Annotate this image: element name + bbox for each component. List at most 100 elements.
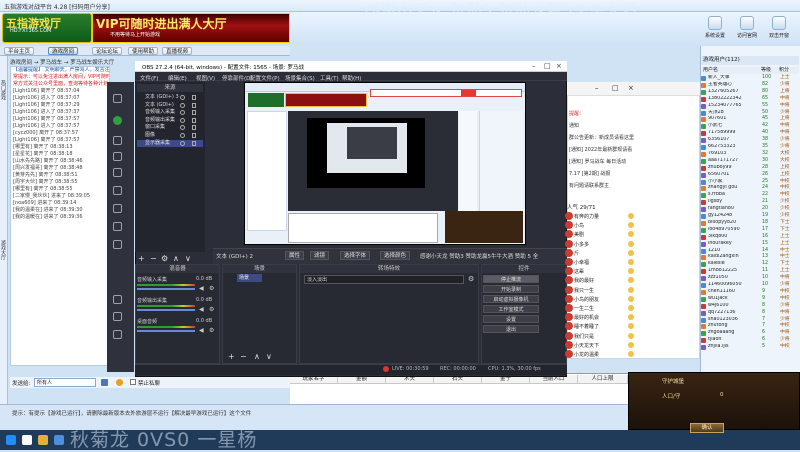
member-avatar[interactable] bbox=[565, 304, 573, 312]
col-name[interactable]: 用户名 bbox=[703, 67, 718, 74]
nav-rooms[interactable]: 游戏房间 bbox=[48, 47, 79, 55]
member-name[interactable]: 斤 bbox=[574, 250, 579, 257]
member-name[interactable]: 最好的机会 bbox=[574, 314, 599, 321]
lock-icon[interactable] bbox=[192, 140, 196, 146]
status-dot-icon[interactable] bbox=[113, 116, 122, 125]
user-name[interactable]: 6356107 bbox=[708, 137, 760, 144]
member-name[interactable]: 这辈 bbox=[574, 268, 584, 275]
window-icon[interactable] bbox=[772, 16, 786, 30]
left-strip-label[interactable]: 热门游戏 bbox=[0, 80, 7, 100]
user-name[interactable]: 3ikq800 bbox=[708, 234, 760, 241]
nav-forum[interactable]: 论坛论坛 bbox=[92, 47, 123, 55]
member-name[interactable]: 我们只是 bbox=[574, 333, 594, 340]
user-name[interactable]: 小小家 bbox=[708, 179, 760, 186]
confirm-button[interactable]: 确认 bbox=[690, 423, 724, 433]
remove-source-icon[interactable]: − bbox=[150, 254, 157, 263]
volume-slider[interactable] bbox=[137, 330, 195, 332]
member-avatar[interactable] bbox=[565, 350, 573, 358]
nav-help[interactable]: 使用帮助 bbox=[128, 47, 159, 55]
user-name[interactable]: 王者英雄心 bbox=[708, 82, 760, 89]
minimize-icon[interactable]: – bbox=[595, 84, 599, 92]
globe-icon[interactable] bbox=[113, 222, 122, 231]
obs-menu-item[interactable]: 停靠部件(D) bbox=[222, 74, 253, 82]
star-icon[interactable] bbox=[113, 240, 122, 249]
select-color-button[interactable]: 选择颜色 bbox=[380, 251, 411, 260]
user-name[interactable]: 天顶28 bbox=[708, 110, 760, 117]
lock-icon[interactable] bbox=[192, 125, 196, 131]
user-name[interactable]: 769103 bbox=[708, 151, 760, 158]
visibility-eye-icon[interactable] bbox=[180, 140, 185, 146]
lock-icon[interactable] bbox=[192, 102, 196, 108]
mixer-settings-icon[interactable]: ⚙ bbox=[209, 306, 214, 313]
close-icon[interactable]: × bbox=[628, 84, 634, 92]
maximize-icon[interactable]: □ bbox=[612, 84, 619, 92]
folder-icon[interactable] bbox=[113, 168, 122, 177]
speaker-icon[interactable]: ◀ bbox=[199, 327, 204, 334]
user-name[interactable]: 小武七 bbox=[708, 123, 760, 130]
member-name[interactable]: 小天龙天下 bbox=[574, 342, 599, 349]
lock-icon[interactable] bbox=[192, 117, 196, 123]
nav-video[interactable]: 直播视频 bbox=[162, 47, 193, 55]
member-avatar[interactable] bbox=[565, 212, 573, 220]
properties-button[interactable]: 属性 bbox=[285, 251, 305, 260]
lock-icon[interactable] bbox=[192, 95, 196, 100]
user-name[interactable]: fangtian80 bbox=[708, 206, 760, 213]
no-entry-icon[interactable] bbox=[113, 295, 122, 304]
speaker-icon[interactable]: ◀ bbox=[199, 285, 204, 292]
left-strip-label[interactable]: 游戏大厅 bbox=[0, 240, 7, 260]
maximize-icon[interactable]: □ bbox=[544, 62, 551, 70]
control-button[interactable]: 工作室模式 bbox=[483, 305, 539, 313]
user-name[interactable]: 907601 bbox=[708, 116, 760, 123]
send-icon[interactable] bbox=[101, 379, 108, 386]
user-name[interactable]: zhuboy99 bbox=[708, 165, 760, 172]
search-icon[interactable] bbox=[22, 435, 32, 445]
move-up-icon[interactable]: ∧ bbox=[173, 254, 179, 263]
control-button[interactable]: 开始录制 bbox=[483, 285, 539, 293]
member-avatar[interactable] bbox=[565, 340, 573, 349]
user-name[interactable]: kaidi2angxin bbox=[708, 254, 760, 261]
filters-button[interactable]: 滤镜 bbox=[310, 251, 330, 260]
member-name[interactable]: 小多多 bbox=[574, 241, 589, 248]
tray-icon[interactable] bbox=[113, 330, 122, 339]
user-name[interactable]: 15234077765 bbox=[708, 103, 760, 110]
control-button[interactable]: 设置 bbox=[483, 315, 539, 323]
mute-icon[interactable] bbox=[113, 94, 122, 103]
member-name[interactable]: 小鸟的朋友 bbox=[574, 296, 599, 303]
sheet-column-header[interactable]: 人口上限 bbox=[578, 375, 628, 384]
user-name[interactable]: ihourakey bbox=[708, 241, 760, 248]
user-name[interactable]: gy124248 bbox=[708, 213, 760, 220]
move-down-icon[interactable]: ∨ bbox=[185, 254, 191, 263]
add-scene-icon[interactable]: + bbox=[228, 352, 235, 361]
lock-icon[interactable] bbox=[192, 133, 196, 138]
user-name[interactable]: bloopyy820 bbox=[708, 220, 760, 227]
member-name[interactable]: 睡不着睡了 bbox=[574, 323, 599, 330]
add-source-icon[interactable]: + bbox=[138, 254, 145, 263]
emoji-icon[interactable] bbox=[116, 379, 123, 386]
obs-menu-item[interactable]: 视图(V) bbox=[196, 74, 215, 82]
user-name[interactable]: loo48970590 bbox=[708, 227, 760, 234]
scene-down-icon[interactable]: ∨ bbox=[266, 352, 272, 361]
send-to-select[interactable]: 所有人 bbox=[34, 378, 96, 387]
obs-menu-item[interactable]: 场景集合(S) bbox=[285, 74, 315, 82]
member-avatar[interactable] bbox=[565, 331, 573, 340]
obs-menu-item[interactable]: 配置文件(P) bbox=[250, 74, 280, 82]
remove-scene-icon[interactable]: − bbox=[240, 352, 247, 361]
select-font-button[interactable]: 选择字体 bbox=[340, 251, 371, 260]
col-score[interactable]: 积分 bbox=[779, 67, 789, 74]
user-name[interactable]: qq7227136 bbox=[708, 310, 760, 317]
control-button[interactable]: 启动虚拟摄像机 bbox=[483, 295, 539, 303]
user-name[interactable]: 1m8812225 bbox=[708, 268, 760, 275]
member-name[interactable]: 我只一生 bbox=[574, 287, 594, 294]
user-name[interactable]: iigsby bbox=[708, 199, 760, 206]
user-name[interactable]: 662753323 bbox=[708, 144, 760, 151]
user-name[interactable]: aaa7171727 bbox=[708, 158, 760, 165]
speaker-icon[interactable]: ◀ bbox=[199, 306, 204, 313]
phone-icon[interactable] bbox=[113, 312, 122, 321]
user-name[interactable]: 新人_大事 bbox=[708, 75, 760, 82]
member-name[interactable]: 小幸福 bbox=[574, 259, 589, 266]
cube-icon[interactable] bbox=[113, 152, 122, 161]
volume-slider[interactable] bbox=[137, 309, 195, 311]
obs-menu-item[interactable]: 帮助(H) bbox=[342, 74, 361, 82]
control-button[interactable]: 停止推流 bbox=[483, 275, 539, 283]
folder-icon[interactable] bbox=[38, 435, 48, 445]
